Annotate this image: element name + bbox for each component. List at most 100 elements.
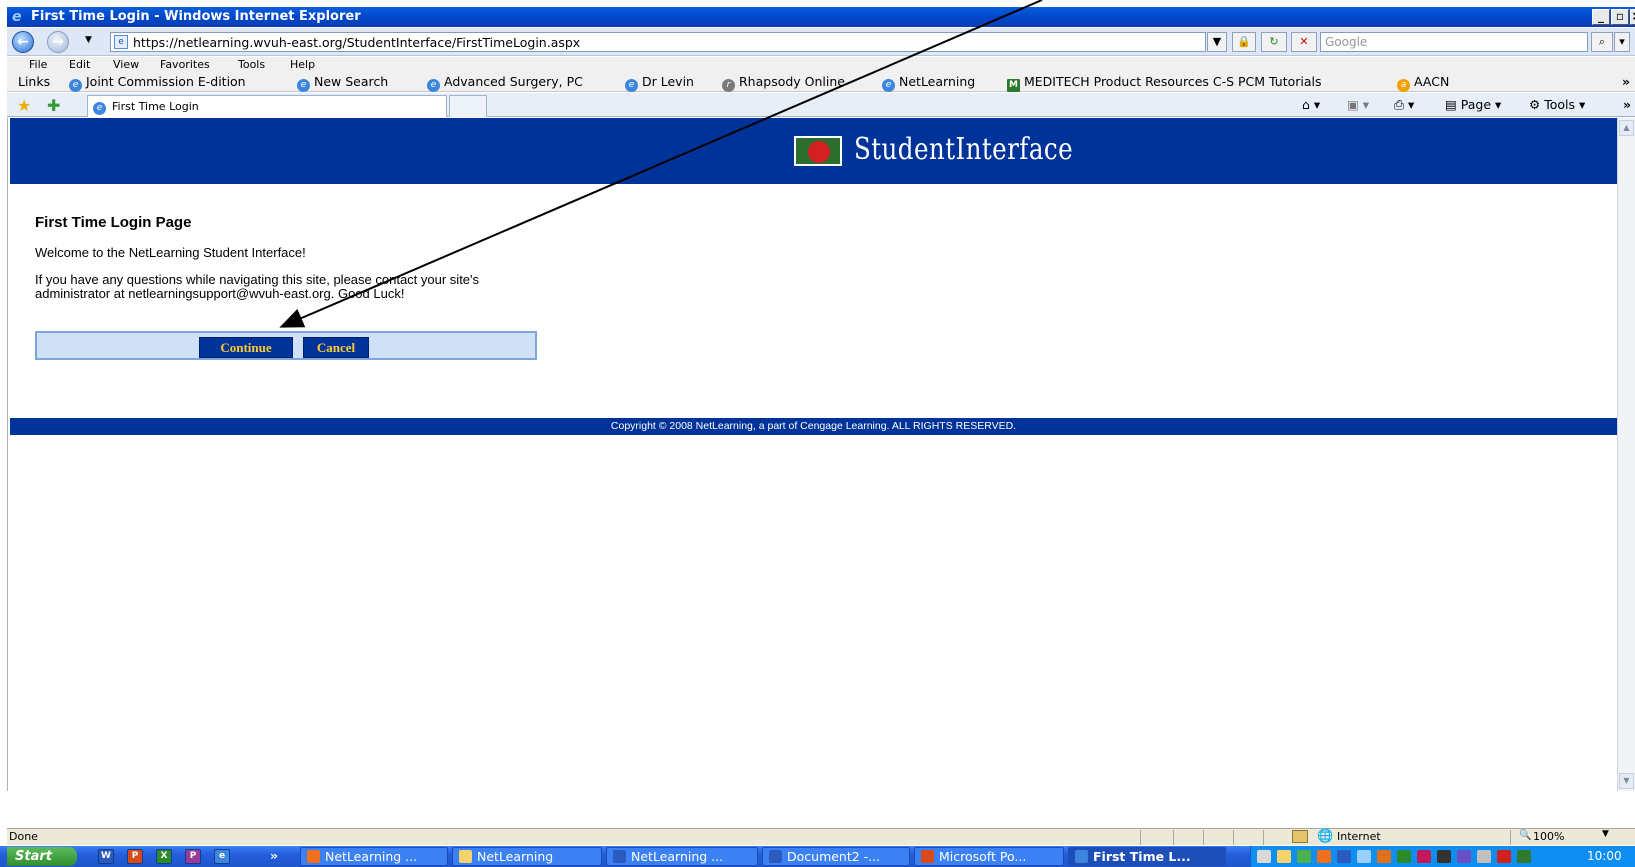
home-icon[interactable]: ⌂ ▾	[1302, 97, 1320, 112]
publisher-quicklaunch-icon[interactable]: P	[185, 849, 201, 864]
cancel-button[interactable]: Cancel	[303, 337, 369, 358]
minimize-button[interactable]: _	[1592, 9, 1610, 25]
search-options-icon[interactable]: ▾	[1614, 32, 1630, 52]
refresh-icon[interactable]: ↻	[1261, 32, 1287, 52]
tray-icon[interactable]	[1497, 850, 1511, 863]
taskbar-item-active[interactable]: First Time L...	[1068, 847, 1226, 866]
rhapsody-icon: r	[722, 79, 735, 92]
ie-tab-icon: e	[93, 102, 106, 115]
taskbar-item[interactable]: NetLearning	[452, 847, 602, 866]
feeds-icon[interactable]: ▣ ▾	[1347, 97, 1369, 112]
link-new-search[interactable]: e New Search	[297, 74, 388, 92]
ie-page-icon: e	[69, 79, 82, 92]
site-banner: StudentInterface	[10, 118, 1617, 184]
menu-file[interactable]: File	[29, 58, 47, 71]
menu-bar: File Edit View Favorites Tools Help	[7, 57, 1635, 72]
copyright-footer: Copyright © 2008 NetLearning, a part of …	[10, 418, 1617, 435]
powerpoint-icon	[307, 850, 320, 863]
ie-page-icon: e	[882, 79, 895, 92]
link-meditech[interactable]: M MEDITECH Product Resources C-S PCM Tuto…	[1007, 74, 1322, 92]
address-dropdown-icon[interactable]: ▼	[1207, 32, 1227, 52]
restore-button[interactable]: ▫	[1611, 9, 1629, 25]
word-quicklaunch-icon[interactable]: W	[98, 849, 114, 864]
tray-icon[interactable]	[1257, 850, 1271, 863]
menu-help[interactable]: Help	[290, 58, 315, 71]
powerpoint-quicklaunch-icon[interactable]: P	[127, 849, 143, 864]
link-aacn[interactable]: a AACN	[1397, 74, 1449, 92]
tab-label: First Time Login	[112, 100, 199, 113]
forward-icon[interactable]: →	[47, 31, 69, 53]
lock-icon[interactable]: 🔒	[1232, 32, 1256, 52]
tray-icon[interactable]	[1297, 850, 1311, 863]
scroll-down-icon[interactable]: ▼	[1619, 773, 1634, 789]
stop-icon[interactable]: ✕	[1291, 32, 1317, 52]
tab-bar: ★ ✚ e First Time Login ⌂ ▾ ▣ ▾ ⎙ ▾ ▤ Pag…	[7, 93, 1635, 117]
tray-icon[interactable]	[1457, 850, 1471, 863]
link-rhapsody-online[interactable]: r Rhapsody Online	[722, 74, 845, 92]
close-button[interactable]: ×	[1630, 9, 1635, 25]
tray-icon[interactable]	[1397, 850, 1411, 863]
scroll-up-icon[interactable]: ▲	[1619, 120, 1634, 136]
welcome-text: Welcome to the NetLearning Student Inter…	[35, 245, 306, 260]
link-joint-commission[interactable]: e Joint Commission E-dition	[69, 74, 246, 92]
new-tab-button[interactable]	[449, 95, 487, 117]
menu-edit[interactable]: Edit	[69, 58, 90, 71]
link-netlearning[interactable]: e NetLearning	[882, 74, 975, 92]
ie-icon	[1075, 850, 1088, 863]
taskbar-item[interactable]: Microsoft Po...	[914, 847, 1064, 866]
start-button[interactable]: Start	[7, 847, 77, 866]
menu-favorites[interactable]: Favorites	[160, 58, 210, 71]
tray-icon[interactable]	[1377, 850, 1391, 863]
tray-icon[interactable]	[1357, 850, 1371, 863]
system-tray: 10:00	[1250, 846, 1635, 867]
address-url[interactable]: https://netlearning.wvuh-east.org/Studen…	[133, 35, 580, 50]
address-bar[interactable]: e https://netlearning.wvuh-east.org/Stud…	[110, 32, 1206, 52]
tray-icon[interactable]	[1337, 850, 1351, 863]
tray-icon[interactable]	[1477, 850, 1491, 863]
back-icon[interactable]: ←	[12, 31, 34, 53]
favorites-star-icon[interactable]: ★	[17, 96, 31, 115]
speaker-icon[interactable]	[1437, 850, 1451, 863]
page-menu[interactable]: ▤ Page ▾	[1445, 97, 1501, 112]
zoom-dropdown-icon[interactable]: ▼	[1602, 829, 1609, 839]
tab-first-time-login[interactable]: e First Time Login	[87, 95, 447, 117]
menu-view[interactable]: View	[113, 58, 139, 71]
history-dropdown-icon[interactable]: ▼	[85, 35, 92, 45]
taskbar-item[interactable]: NetLearning ...	[300, 847, 448, 866]
folder-icon	[459, 850, 472, 863]
toolbar-overflow-icon[interactable]: »	[1623, 97, 1631, 112]
menu-tools[interactable]: Tools	[238, 58, 265, 71]
quicklaunch-overflow-icon[interactable]: »	[270, 848, 278, 863]
taskbar-item[interactable]: Document2 -...	[762, 847, 910, 866]
ie-page-icon: e	[625, 79, 638, 92]
status-text: Done	[9, 830, 38, 843]
print-icon[interactable]: ⎙ ▾	[1394, 97, 1414, 113]
taskbar-item[interactable]: NetLearning ...	[606, 847, 758, 866]
vertical-scrollbar[interactable]: ▲ ▼	[1617, 118, 1635, 791]
search-icon[interactable]: ⌕	[1591, 32, 1613, 52]
zoom-level[interactable]: 100%	[1533, 830, 1564, 843]
search-input[interactable]: Google	[1320, 32, 1588, 52]
links-overflow-icon[interactable]: »	[1622, 74, 1630, 89]
ie-logo-icon: e	[12, 9, 22, 25]
meditech-icon: M	[1007, 79, 1020, 92]
links-bar: Links e Joint Commission E-dition e New Se…	[7, 72, 1635, 92]
add-favorites-icon[interactable]: ✚	[47, 96, 60, 115]
tray-icon[interactable]	[1417, 850, 1431, 863]
ie-page-icon: e	[297, 79, 310, 92]
apple-logo-icon	[794, 136, 842, 166]
status-bar: Done 🌐 Internet 🔍 100% ▼	[7, 828, 1635, 845]
ie-quicklaunch-icon[interactable]: e	[214, 849, 230, 864]
tray-icon[interactable]	[1277, 850, 1291, 863]
page-menu-label: Page	[1460, 97, 1492, 112]
links-label: Links	[18, 74, 51, 89]
network-icon[interactable]	[1517, 850, 1531, 863]
link-dr-levin[interactable]: e Dr Levin	[625, 74, 694, 92]
help-message: If you have any questions while navigati…	[35, 272, 480, 301]
link-advanced-surgery[interactable]: e Advanced Surgery, PC	[427, 74, 583, 92]
window-title-bar: e First Time Login - Windows Internet Ex…	[7, 7, 1635, 27]
continue-button[interactable]: Continue	[199, 337, 293, 358]
tools-menu[interactable]: ⚙ Tools ▾	[1529, 97, 1585, 112]
excel-quicklaunch-icon[interactable]: X	[156, 849, 172, 864]
tray-icon[interactable]	[1317, 850, 1331, 863]
